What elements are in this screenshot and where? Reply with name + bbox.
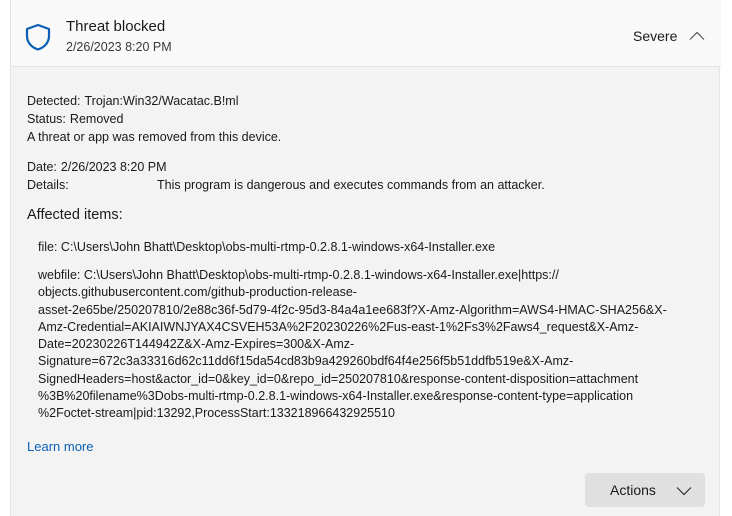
date-row: Date: 2/26/2023 8:20 PM — [27, 160, 167, 174]
status-label: Status: — [27, 112, 66, 126]
webfile-line: webfile: C:\Users\John Bhatt\Desktop\obs… — [38, 268, 559, 282]
webfile-line: Date=20230226T144942Z&X-Amz-Expires=300&… — [38, 337, 355, 352]
shield-icon — [25, 23, 51, 51]
detected-label: Detected: — [27, 94, 81, 108]
date-value: 2/26/2023 8:20 PM — [60, 160, 167, 174]
details-label: Details: — [27, 178, 69, 192]
actions-label: Actions — [610, 482, 656, 498]
webfile-line: SignedHeaders=host&actor_id=0&key_id=0&r… — [38, 371, 639, 386]
webfile-line: asset-2e65be/250207810/2e88c36f-5d79-4f2… — [38, 302, 667, 317]
chevron-down-icon — [676, 487, 692, 496]
learn-more-link[interactable]: Learn more — [27, 439, 93, 454]
webfile-line: %3B%20filename%3Dobs-multi-rtmp-0.2.8.1-… — [38, 389, 634, 404]
date-label: Date: — [27, 160, 57, 174]
webfile-line: %2Foctet-stream|pid:13292,ProcessStart:1… — [38, 406, 395, 421]
details-row: Details: This program is dangerous and e… — [27, 178, 687, 192]
affected-file-item: file: C:\Users\John Bhatt\Desktop\obs-mu… — [38, 240, 496, 254]
severity-label: Severe — [633, 28, 678, 44]
threat-description: A threat or app was removed from this de… — [27, 130, 282, 144]
affected-webfile-item: webfile: C:\Users\John Bhatt\Desktop\obs… — [38, 267, 698, 423]
chevron-up-icon[interactable] — [689, 31, 705, 41]
status-value: Removed — [69, 112, 124, 126]
threat-timestamp: 2/26/2023 8:20 PM — [66, 40, 172, 54]
details-value: This program is dangerous and executes c… — [157, 178, 545, 192]
webfile-line: objects.githubusercontent.com/github-pro… — [38, 285, 357, 300]
threat-header[interactable]: Threat blocked 2/26/2023 8:20 PM Severe — [11, 0, 721, 67]
webfile-line: Signature=672c3a33316d62c11dd6f15da54cd8… — [38, 354, 574, 369]
threat-title: Threat blocked — [66, 18, 166, 35]
threat-body: Detected: Trojan:Win32/Wacatac.B!ml Statu… — [11, 66, 721, 516]
threat-details-panel: Threat blocked 2/26/2023 8:20 PM Severe … — [10, 0, 721, 516]
detected-value: Trojan:Win32/Wacatac.B!ml — [84, 94, 239, 108]
detected-row: Detected: Trojan:Win32/Wacatac.B!ml — [27, 94, 239, 108]
status-row: Status: Removed — [27, 112, 123, 126]
webfile-line: Amz-Credential=AKIAIWNJYAX4CSVEH53A%2F20… — [38, 319, 639, 334]
actions-button[interactable]: Actions — [585, 473, 705, 507]
affected-items-heading: Affected items: — [27, 207, 123, 223]
